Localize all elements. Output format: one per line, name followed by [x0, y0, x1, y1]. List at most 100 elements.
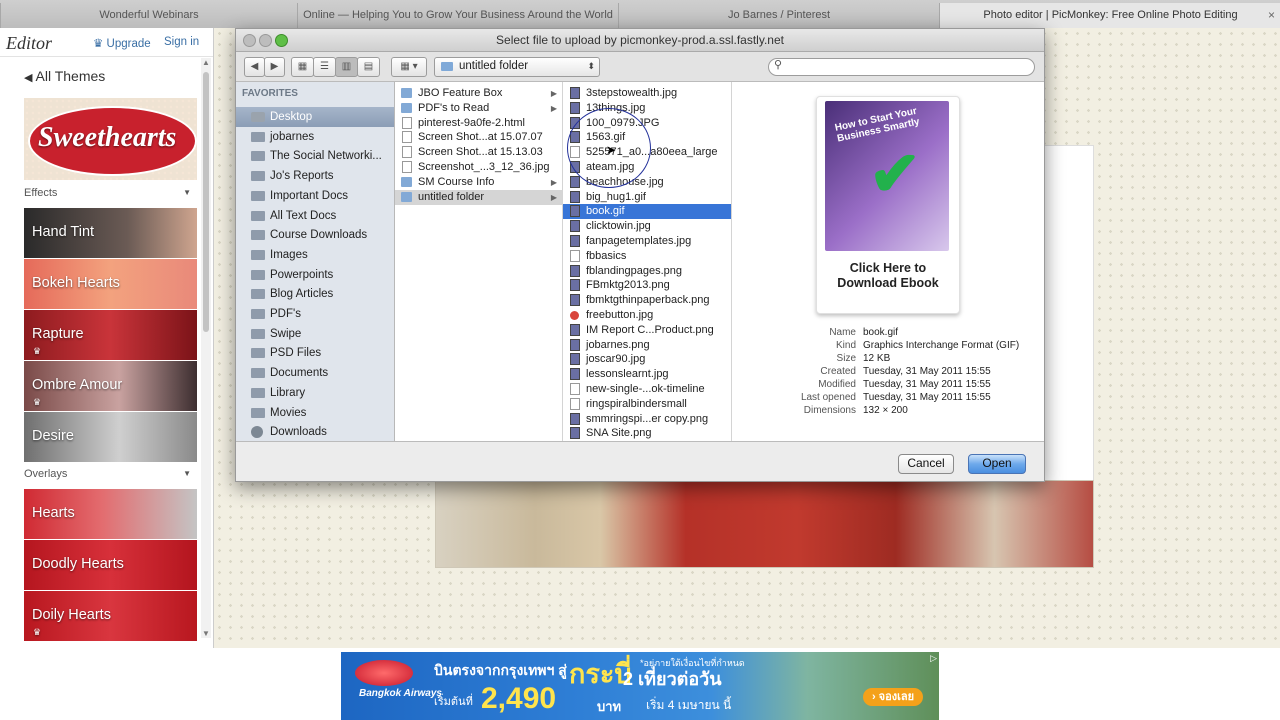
effects-section-header[interactable]: Effects ▼ [24, 182, 197, 204]
sign-in-link[interactable]: Sign in [164, 36, 199, 48]
file-row[interactable]: fblandingpages.png [563, 264, 731, 279]
sidebar-item-downloads[interactable]: Downloads [236, 422, 394, 441]
folder-icon [251, 190, 265, 201]
folder-icon [251, 210, 265, 221]
image-file-icon [570, 427, 580, 440]
folder-popup[interactable]: untitled folder ⬍ [434, 57, 600, 77]
desktop-icon [251, 112, 265, 122]
scroll-up-icon[interactable]: ▲ [202, 58, 210, 67]
file-row[interactable]: lessonslearnt.jpg [563, 367, 731, 382]
sidebar-item-documents[interactable]: Documents [236, 363, 394, 383]
effect-hand-tint[interactable]: Hand Tint [24, 208, 197, 258]
effect-desire[interactable]: Desire [24, 412, 197, 462]
folder-row[interactable]: SM Course Info ▶ [395, 175, 562, 190]
disclosure-arrow-icon: ▶ [550, 192, 557, 202]
themes-scrollbar[interactable]: ▲ ▼ [201, 58, 211, 638]
upgrade-link[interactable]: ♛ Upgrade [93, 36, 151, 50]
sidebar-item-the-social-networki[interactable]: The Social Networki... [236, 146, 394, 166]
file-row[interactable]: book.gif [563, 204, 731, 220]
ad-banner[interactable]: Bangkok Airways บินตรงจากกรุงเทพฯ สู่ กร… [341, 652, 939, 720]
sidebar-item-jo-s-reports[interactable]: Jo's Reports [236, 166, 394, 186]
sidebar-item-label: Jo's Reports [270, 170, 334, 183]
file-row[interactable]: smmringspi...er copy.png [563, 412, 731, 427]
file-row[interactable]: joscar90.jpg [563, 352, 731, 367]
folder-row[interactable]: untitled folder ▶ [395, 189, 562, 205]
file-row[interactable]: beachhouse.jpg [563, 175, 731, 190]
overlay-hearts[interactable]: Hearts [24, 489, 197, 539]
sidebar-item-powerpoints[interactable]: Powerpoints [236, 265, 394, 285]
tab-online[interactable]: Online — Helping You to Grow Your Busine… [297, 3, 618, 28]
overlay-doodly-hearts[interactable]: Doodly Hearts [24, 540, 197, 590]
effect-ombre-amour[interactable]: Ombre Amour ♛ [24, 361, 197, 411]
sidebar-item-all-text-docs[interactable]: All Text Docs [236, 206, 394, 226]
image-file-icon [570, 87, 580, 99]
back-button[interactable]: ◀ [244, 57, 265, 77]
sidebar-item-psd-files[interactable]: PSD Files [236, 343, 394, 363]
file-row[interactable]: Screenshot_...3_12_36.jpg [395, 160, 562, 175]
file-row[interactable]: IM Report C...Product.png [563, 323, 731, 338]
tab-pinterest[interactable]: Jo Barnes / Pinterest [618, 3, 939, 28]
sidebar-item-label: Blog Articles [270, 288, 334, 301]
close-icon[interactable]: × [1268, 3, 1275, 28]
row-label: jobarnes.png [586, 338, 650, 351]
effect-rapture[interactable]: Rapture ♛ [24, 310, 197, 360]
sidebar-item-blog-articles[interactable]: Blog Articles [236, 284, 394, 304]
tab-picmonkey[interactable]: Photo editor | PicMonkey: Free Online Ph… [939, 3, 1280, 28]
folder-icon [401, 191, 412, 202]
overlay-doily-hearts[interactable]: Doily Hearts ♛ [24, 591, 197, 641]
file-row[interactable]: 3stepstowealth.jpg [563, 86, 731, 101]
file-row[interactable]: freebutton.jpg [563, 308, 731, 323]
ad-line1: บินตรงจากกรุงเทพฯ สู่ [434, 662, 567, 678]
file-row[interactable]: fbmktgthinpaperback.png [563, 293, 731, 308]
file-row[interactable]: 1563.gif [563, 130, 731, 145]
file-row[interactable]: clicktowin.jpg [563, 219, 731, 234]
file-row[interactable]: 13things.jpg [563, 101, 731, 116]
scrollbar-thumb[interactable] [203, 72, 209, 332]
file-row[interactable]: Screen Shot...at 15.07.07 [395, 130, 562, 145]
file-row[interactable]: fanpagetemplates.jpg [563, 234, 731, 249]
column-view-button[interactable]: ▥ [335, 57, 358, 77]
sidebar-item-important-docs[interactable]: Important Docs [236, 186, 394, 206]
file-row[interactable]: pinterest-9a0fe-2.html [395, 116, 562, 131]
open-button[interactable]: Open [968, 454, 1026, 474]
sidebar-item-course-downloads[interactable]: Course Downloads [236, 225, 394, 245]
arrange-button[interactable]: ▦ ▾ [391, 57, 427, 77]
scroll-down-icon[interactable]: ▼ [202, 629, 210, 638]
file-row[interactable]: ringspiralbindersmall [563, 397, 731, 412]
file-row[interactable]: ateam.jpg [563, 160, 731, 175]
sidebar-item-library[interactable]: Library [236, 383, 394, 403]
file-row[interactable]: big_hug1.gif [563, 190, 731, 205]
tab-wonderful-webinars[interactable]: Wonderful Webinars [0, 3, 297, 28]
file-row[interactable]: FBmktg2013.png [563, 278, 731, 293]
file-row[interactable]: new-single-...ok-timeline [563, 382, 731, 397]
file-row[interactable]: 525571_a0...a80eea_large [563, 145, 731, 160]
folder-row[interactable]: JBO Feature Box ▶ [395, 86, 562, 101]
file-row[interactable]: SNA Site.png [563, 426, 731, 441]
list-view-button[interactable]: ☰ [313, 57, 336, 77]
cancel-button[interactable]: Cancel [898, 454, 954, 474]
folder-row[interactable]: PDF's to Read ▶ [395, 101, 562, 116]
forward-button[interactable]: ▶ [264, 57, 285, 77]
sidebar-item-swipe[interactable]: Swipe [236, 324, 394, 344]
cover-title: How to Start Your Business Smartly [833, 105, 921, 145]
file-row[interactable]: jobarnes.png [563, 338, 731, 353]
search-input[interactable]: ⚲ [768, 58, 1035, 76]
all-themes-back[interactable]: ◀ All Themes [24, 68, 105, 84]
adchoices-icon[interactable]: ▷ [930, 653, 937, 664]
folder-icon [251, 348, 265, 359]
sidebar-item-images[interactable]: Images [236, 245, 394, 265]
overlays-section-header[interactable]: Overlays ▼ [24, 463, 197, 485]
icon-view-button[interactable]: ▦ [291, 57, 314, 77]
folder-icon [251, 131, 265, 142]
folder-icon [251, 387, 265, 398]
coverflow-view-button[interactable]: ▤ [357, 57, 380, 77]
sidebar-item-movies[interactable]: Movies [236, 403, 394, 423]
file-row[interactable]: fbbasics [563, 249, 731, 264]
sidebar-item-jobarnes[interactable]: jobarnes [236, 127, 394, 147]
sidebar-item-pdf-s[interactable]: PDF's [236, 304, 394, 324]
ad-book-button[interactable]: › จองเลย [863, 688, 923, 706]
file-row[interactable]: Screen Shot...at 15.13.03 [395, 145, 562, 160]
effect-bokeh-hearts[interactable]: Bokeh Hearts [24, 259, 197, 309]
sidebar-item-desktop[interactable]: Desktop [236, 107, 394, 127]
file-row[interactable]: 100_0979.JPG [563, 116, 731, 131]
